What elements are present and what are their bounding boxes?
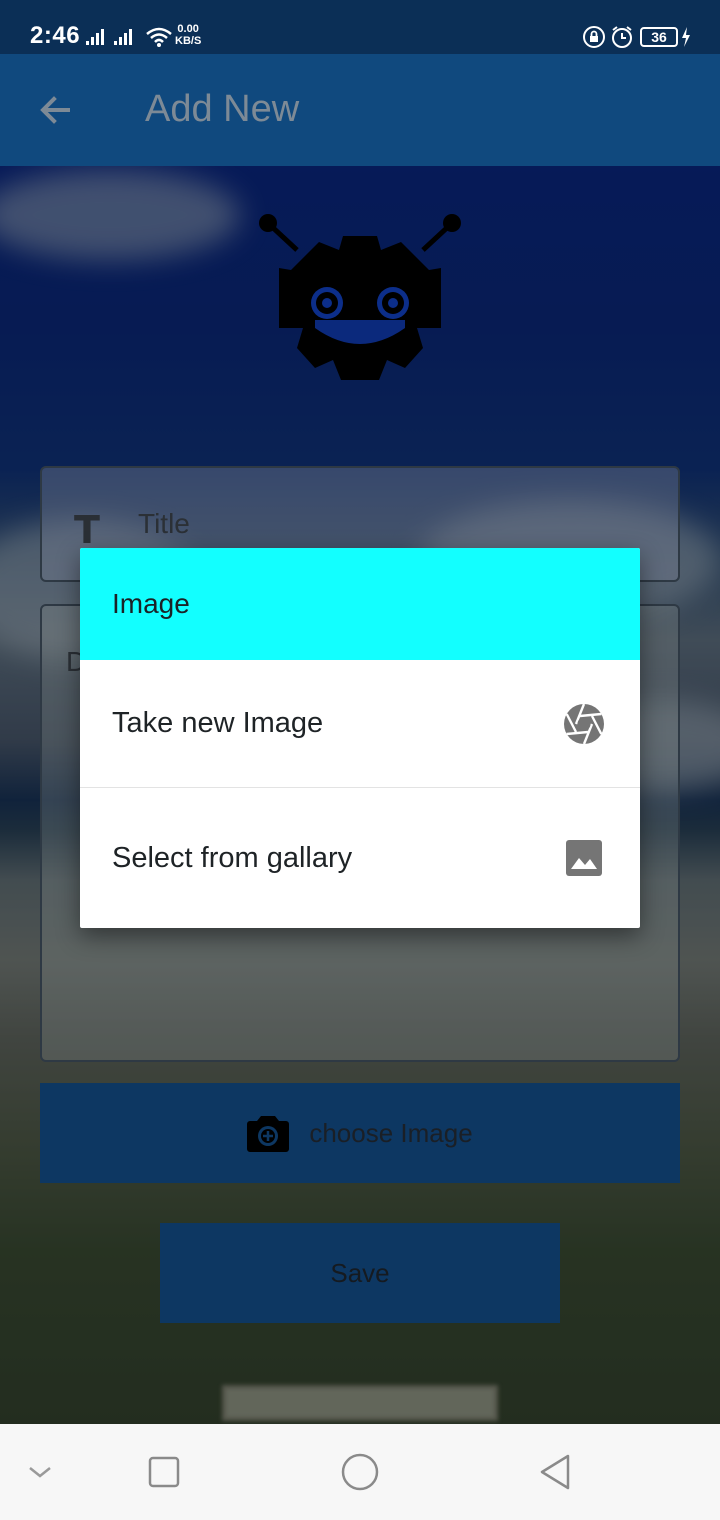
charging-icon (682, 27, 690, 47)
arrow-back-icon[interactable] (30, 84, 82, 136)
save-button[interactable]: Save (160, 1223, 560, 1323)
select-from-gallery-label: Select from gallary (112, 841, 353, 874)
title-placeholder: Title (138, 508, 190, 539)
text-format-icon: T (74, 508, 100, 552)
status-bar: 2:46 0.00 KB/S 36 (0, 0, 720, 54)
background-sign (222, 1385, 498, 1421)
home-icon[interactable] (336, 1448, 384, 1496)
camera-shutter-icon (564, 703, 604, 744)
save-label: Save (330, 1257, 390, 1288)
back-nav-icon[interactable] (532, 1448, 580, 1496)
take-new-image-label: Take new Image (112, 707, 324, 739)
page-title: Add New (145, 88, 300, 130)
image-icon (566, 840, 602, 876)
choose-image-label: choose Image (309, 1117, 473, 1148)
take-new-image-option[interactable]: Take new Image (80, 660, 640, 788)
status-time: 2:46 (30, 22, 81, 49)
robot-logo (259, 214, 461, 380)
net-speed-value: 0.00 (177, 23, 199, 35)
signal-icon-2 (114, 29, 132, 45)
alarm-icon (612, 26, 632, 48)
dialog-header: Image (80, 548, 640, 660)
recent-apps-icon[interactable] (140, 1448, 188, 1496)
system-nav-bar (0, 1424, 720, 1520)
choose-image-button[interactable]: choose Image (40, 1083, 680, 1183)
app-bar: Add New (0, 54, 720, 166)
wifi-icon (146, 27, 172, 47)
camera-icon (247, 1116, 290, 1152)
battery-indicator: 36 (640, 27, 678, 47)
dialog-title: Image (112, 588, 190, 619)
signal-icon (86, 29, 104, 45)
net-speed-unit: KB/S (175, 35, 202, 47)
chevron-down-icon[interactable] (16, 1448, 64, 1496)
image-source-dialog: Image Take new Image Select from gallary (80, 548, 640, 928)
net-speed: 0.00 KB/S (175, 23, 201, 47)
select-from-gallery-option[interactable]: Select from gallary (80, 788, 640, 928)
lock-rotation-icon (583, 26, 605, 48)
